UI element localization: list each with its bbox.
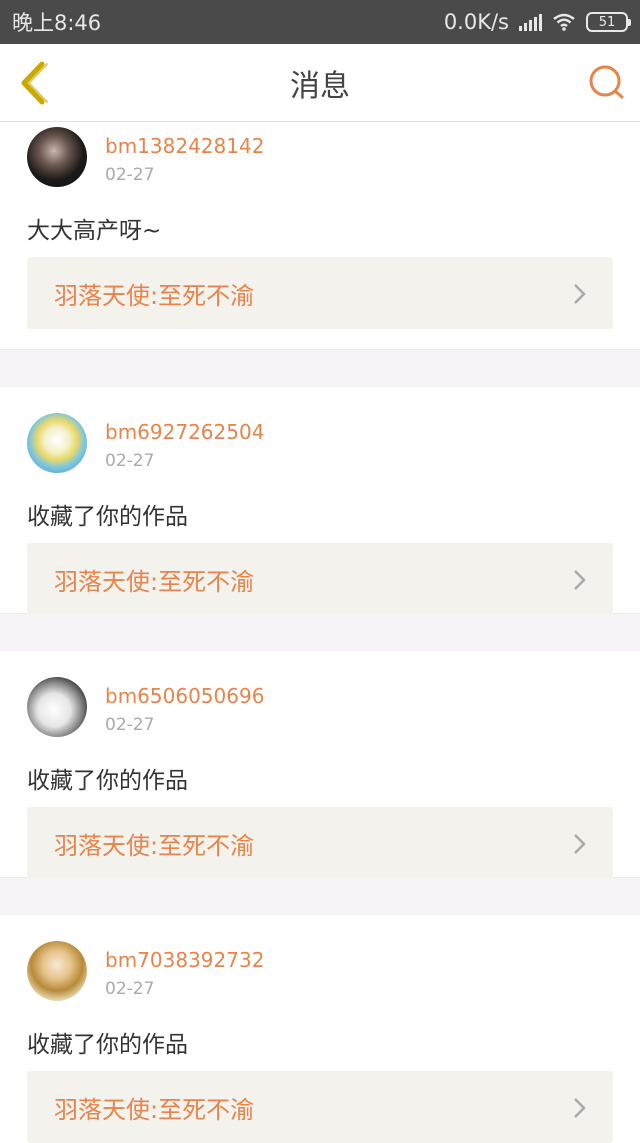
chevron-right-icon [574,1098,586,1118]
work-link[interactable]: 羽落天使:至死不渝 [27,1071,613,1143]
back-icon[interactable] [16,60,52,106]
message-text: 收藏了你的作品 [27,504,188,530]
divider [0,877,640,915]
divider [0,349,640,387]
work-link[interactable]: 羽落天使:至死不渝 [27,807,613,879]
chevron-right-icon [574,570,586,590]
work-title: 羽落天使:至死不渝 [54,567,255,596]
battery-level: 51 [598,14,616,30]
signal-icon [519,13,542,31]
avatar[interactable] [27,941,87,1001]
page-title: 消息 [290,68,350,104]
work-title: 羽落天使:至死不渝 [54,831,255,860]
message-item: bm1382428142 02-27 大大高产呀~ 羽落天使:至死不渝 [0,123,640,349]
message-item: bm7038392732 02-27 收藏了你的作品 羽落天使:至死不渝 [0,915,640,1143]
status-time: 晚上8:46 [12,11,102,35]
username[interactable]: bm7038392732 [105,948,264,972]
message-date: 02-27 [105,979,155,999]
work-title: 羽落天使:至死不渝 [54,1095,255,1124]
divider [0,613,640,651]
wifi-icon [553,13,575,31]
avatar[interactable] [27,677,87,737]
status-icons: 0.0K/s 51 [443,10,631,34]
message-date: 02-27 [105,165,155,185]
username[interactable]: bm1382428142 [105,134,264,158]
nav-bar: 消息 [0,44,640,122]
message-text: 大大高产呀~ [27,218,162,244]
message-text: 收藏了你的作品 [27,1032,188,1058]
message-item: bm6506050696 02-27 收藏了你的作品 羽落天使:至死不渝 [0,651,640,879]
avatar[interactable] [27,413,87,473]
message-date: 02-27 [105,451,155,471]
avatar[interactable] [27,127,87,187]
username[interactable]: bm6927262504 [105,420,264,444]
work-link[interactable]: 羽落天使:至死不渝 [27,257,613,329]
message-text: 收藏了你的作品 [27,768,188,794]
message-date: 02-27 [105,715,155,735]
message-list: bm1382428142 02-27 大大高产呀~ 羽落天使:至死不渝 bm69… [0,123,640,1143]
chevron-right-icon [574,284,586,304]
chevron-right-icon [574,834,586,854]
work-title: 羽落天使:至死不渝 [54,281,255,310]
search-icon[interactable] [586,62,626,102]
status-bar: 晚上8:46 0.0K/s 51 [0,0,640,44]
message-item: bm6927262504 02-27 收藏了你的作品 羽落天使:至死不渝 [0,387,640,615]
username[interactable]: bm6506050696 [105,684,264,708]
work-link[interactable]: 羽落天使:至死不渝 [27,543,613,615]
network-speed: 0.0K/s [443,10,509,34]
battery-icon: 51 [586,12,631,32]
